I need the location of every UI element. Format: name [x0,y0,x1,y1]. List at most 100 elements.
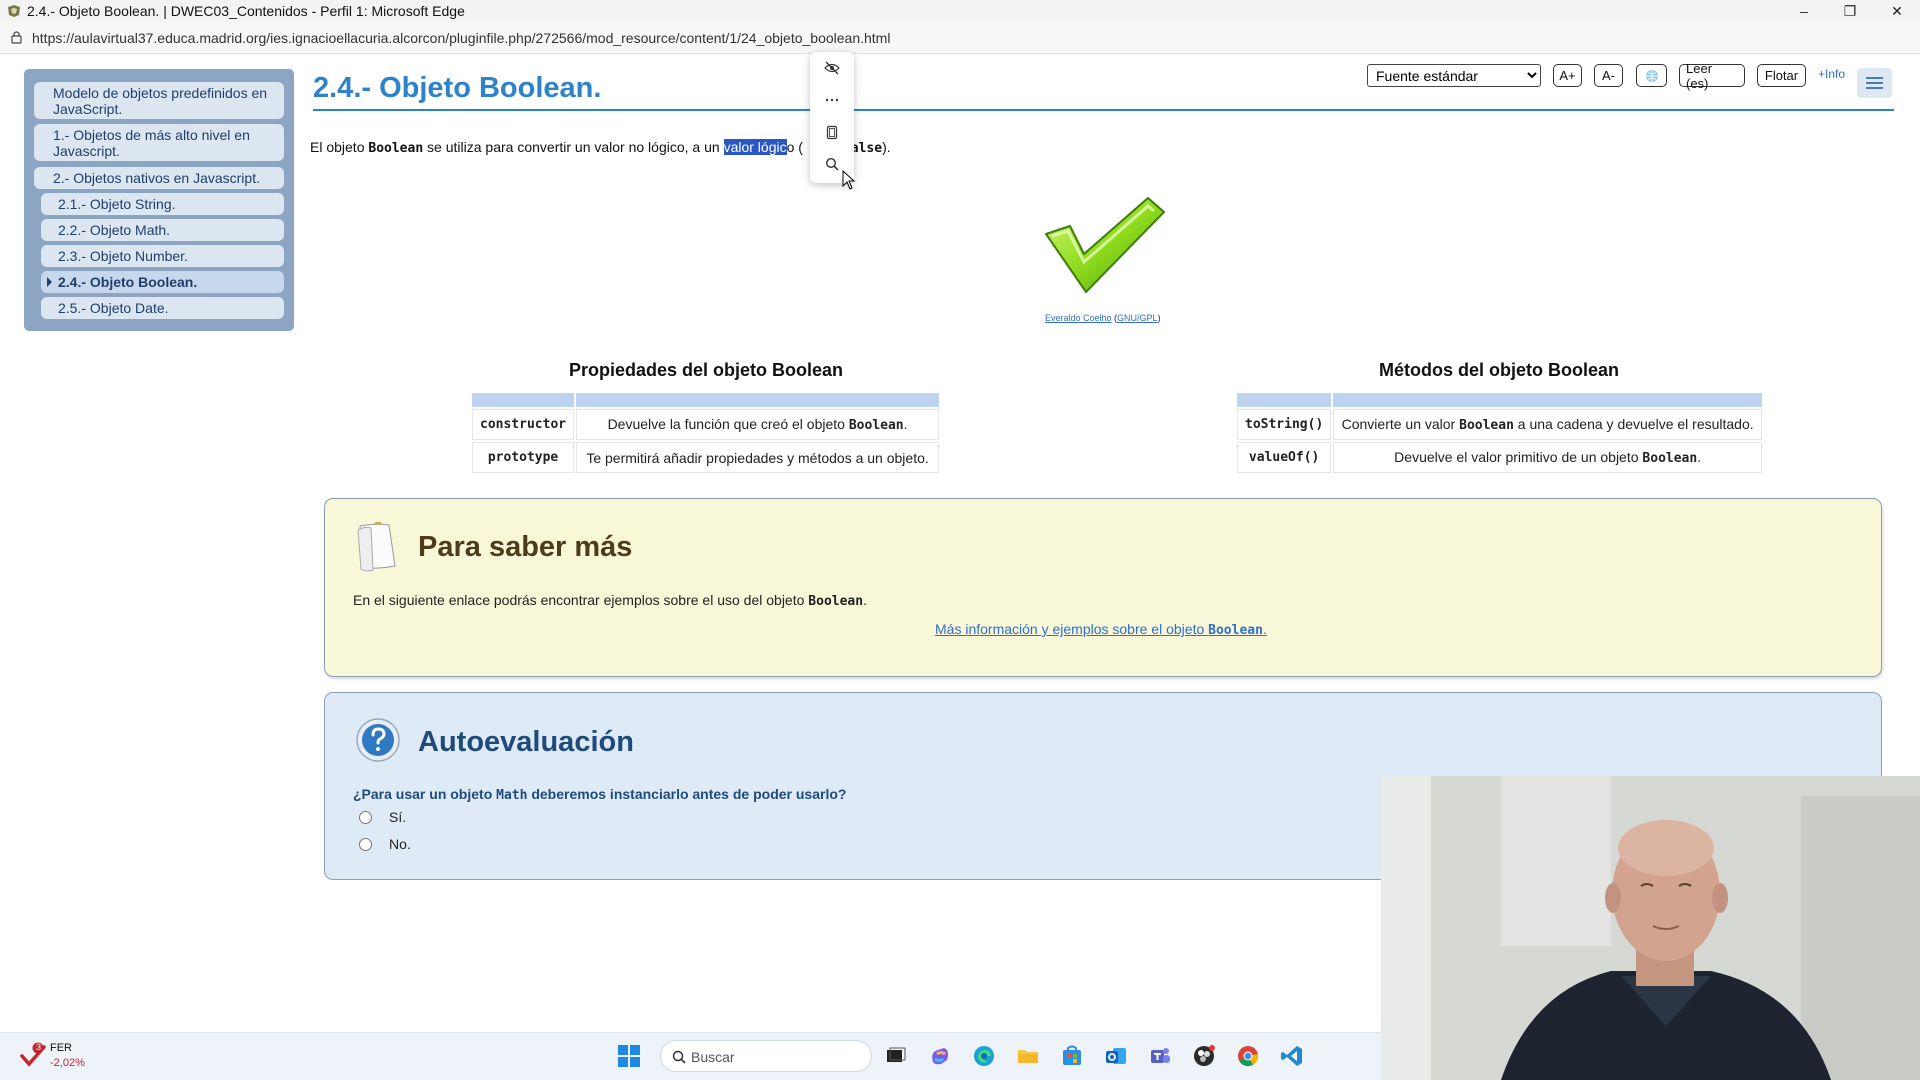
more-options-icon[interactable] [822,90,842,110]
vscode-icon[interactable] [1280,1044,1304,1068]
obs-icon[interactable] [1192,1044,1216,1068]
table-header-cell [576,393,939,407]
hide-icon[interactable] [822,58,842,78]
sidebar-item-objetos-alto-nivel[interactable]: 1.- Objetos de más alto nivel en Javascr… [34,124,284,161]
intro-text: ). [882,139,891,155]
sidebar-item-number[interactable]: 2.3.- Objeto Number. [41,245,284,267]
minimize-button[interactable]: – [1781,0,1827,22]
saber-text: . [863,592,867,608]
desc-text: Te permitirá añadir propiedades y método… [586,449,929,466]
radio-si[interactable] [359,811,372,824]
edge-icon[interactable] [972,1044,996,1068]
document-icon [357,522,396,572]
title-divider [313,109,1894,111]
sidebar-item-modelo[interactable]: Modelo de objetos predefinidos en JavaSc… [34,82,284,119]
question-code: Math [496,788,528,803]
link-code[interactable]: Boolean [1208,623,1263,638]
table-row: constructor Devuelve la función que creó… [472,409,939,440]
saber-mas-text: En el siguiente enlace podrás encontrar … [353,592,867,609]
stock-badge: 3 [35,1042,41,1052]
para-saber-mas-box [324,498,1882,677]
store-icon[interactable] [1060,1044,1084,1068]
intro-text: se utiliza para convertir un valor no ló… [423,139,724,155]
credit-text: ) [1157,313,1161,323]
sidebar-item-string[interactable]: 2.1.- Objeto String. [41,193,284,215]
sidebar-item-label: 2.3.- Objeto Number. [58,248,188,264]
window-titlebar: 2.4.- Objeto Boolean. | DWEC03_Contenido… [0,0,1920,22]
copy-icon[interactable] [822,122,842,142]
table-row: toString() Convierte un valor Boolean a … [1237,409,1762,440]
method-desc: Devuelve el valor primitivo de un objeto… [1333,442,1762,473]
table-header-row [472,393,939,407]
intro-paragraph: El objeto Boolean se utiliza para conver… [310,139,891,156]
desc-text: Convierte un valor [1341,416,1460,432]
font-select[interactable]: Fuente estándar [1367,64,1541,87]
teams-icon[interactable] [1148,1044,1172,1068]
sidebar-item-objetos-nativos[interactable]: 2.- Objetos nativos en Javascript. [34,167,284,189]
table-row: valueOf() Devuelve el valor primitivo de… [1237,442,1762,473]
file-explorer-icon[interactable] [1016,1044,1040,1068]
desc-text: a una cadena y devuelve el resultado. [1513,416,1754,432]
intro-text: o ( [786,139,803,155]
sidebar-item-boolean[interactable]: 2.4.- Objeto Boolean. [41,271,284,293]
sidebar-item-label: 2.1.- Objeto String. [58,196,176,212]
float-button[interactable]: Flotar [1757,64,1806,87]
question-text: ¿Para usar un objeto [353,786,497,802]
author-link[interactable]: Everaldo Coelho [1045,313,1112,323]
hamburger-menu-button[interactable] [1857,68,1892,98]
info-link[interactable]: +Info [1818,67,1845,81]
method-name: toString() [1237,409,1332,440]
url-text[interactable]: https://aulavirtual37.educa.madrid.org/i… [32,30,890,46]
app-icon [8,5,20,17]
globe-icon [1645,69,1658,82]
copilot-icon[interactable] [928,1044,952,1068]
search-icon[interactable] [822,154,842,174]
selection-context-menu [810,52,854,183]
search-placeholder: Buscar [691,1049,735,1065]
desc-code: Boolean [848,418,904,433]
taskbar-search-input[interactable]: Buscar [660,1040,872,1072]
sidebar-item-label: Modelo de objetos predefinidos en JavaSc… [53,85,268,117]
sidebar-item-math[interactable]: 2.2.- Objeto Math. [41,219,284,241]
sidebar-item-date[interactable]: 2.5.- Objeto Date. [41,297,284,319]
license-link[interactable]: GNU/GPL [1117,313,1158,323]
selected-text[interactable]: valor lógic [723,139,787,155]
sidebar-item-label: 2.4.- Objeto Boolean. [58,274,198,290]
link-text[interactable]: . [1263,621,1267,637]
font-decrease-button[interactable]: A- [1594,64,1623,87]
method-desc: Convierte un valor Boolean a una cadena … [1333,409,1762,440]
sidebar-item-label: 2.- Objetos nativos en Javascript. [53,170,260,186]
menu-line [1866,77,1883,79]
radio-no[interactable] [359,838,372,851]
option-si-label[interactable]: Sí. [389,809,406,825]
saber-code: Boolean [808,594,864,609]
page-title: 2.4.- Objeto Boolean. [313,72,602,104]
font-increase-button[interactable]: A+ [1553,64,1582,87]
close-button[interactable]: ✕ [1874,0,1920,22]
option-no-label[interactable]: No. [389,836,411,852]
read-aloud-button[interactable]: Leer (es) [1679,61,1745,91]
stock-widget[interactable]: 3 FER -2,02% [20,1042,85,1075]
chrome-icon[interactable] [1236,1044,1260,1068]
table-row: prototype Te permitirá añadir propiedade… [472,442,939,473]
menu-line [1866,82,1883,84]
methods-table: toString() Convierte un valor Boolean a … [1235,391,1764,475]
methods-title: Métodos del objeto Boolean [1379,360,1620,380]
method-name: valueOf() [1237,442,1332,473]
globe-button[interactable] [1636,64,1667,87]
properties-title: Propiedades del objeto Boolean [569,360,844,380]
saber-mas-link[interactable]: Más información y ejemplos sobre el obje… [935,621,1267,638]
sidebar-nav: Modelo de objetos predefinidos en JavaSc… [24,69,294,331]
sidebar-item-label: 2.5.- Objeto Date. [58,300,169,316]
address-bar[interactable]: https://aulavirtual37.educa.madrid.org/i… [0,22,1920,54]
link-text[interactable]: Más información y ejemplos sobre el obje… [935,621,1208,637]
checkmark-image [1045,197,1165,293]
windows-start-icon[interactable] [617,1044,641,1068]
stock-change: -2,02% [50,1057,85,1069]
table-header-row [1237,393,1762,407]
maximize-button[interactable]: ❐ [1827,0,1873,22]
outlook-icon[interactable] [1104,1044,1128,1068]
property-desc: Devuelve la función que creó el objeto B… [576,409,939,440]
task-view-icon[interactable] [884,1044,908,1068]
mouse-cursor-icon [842,170,856,190]
